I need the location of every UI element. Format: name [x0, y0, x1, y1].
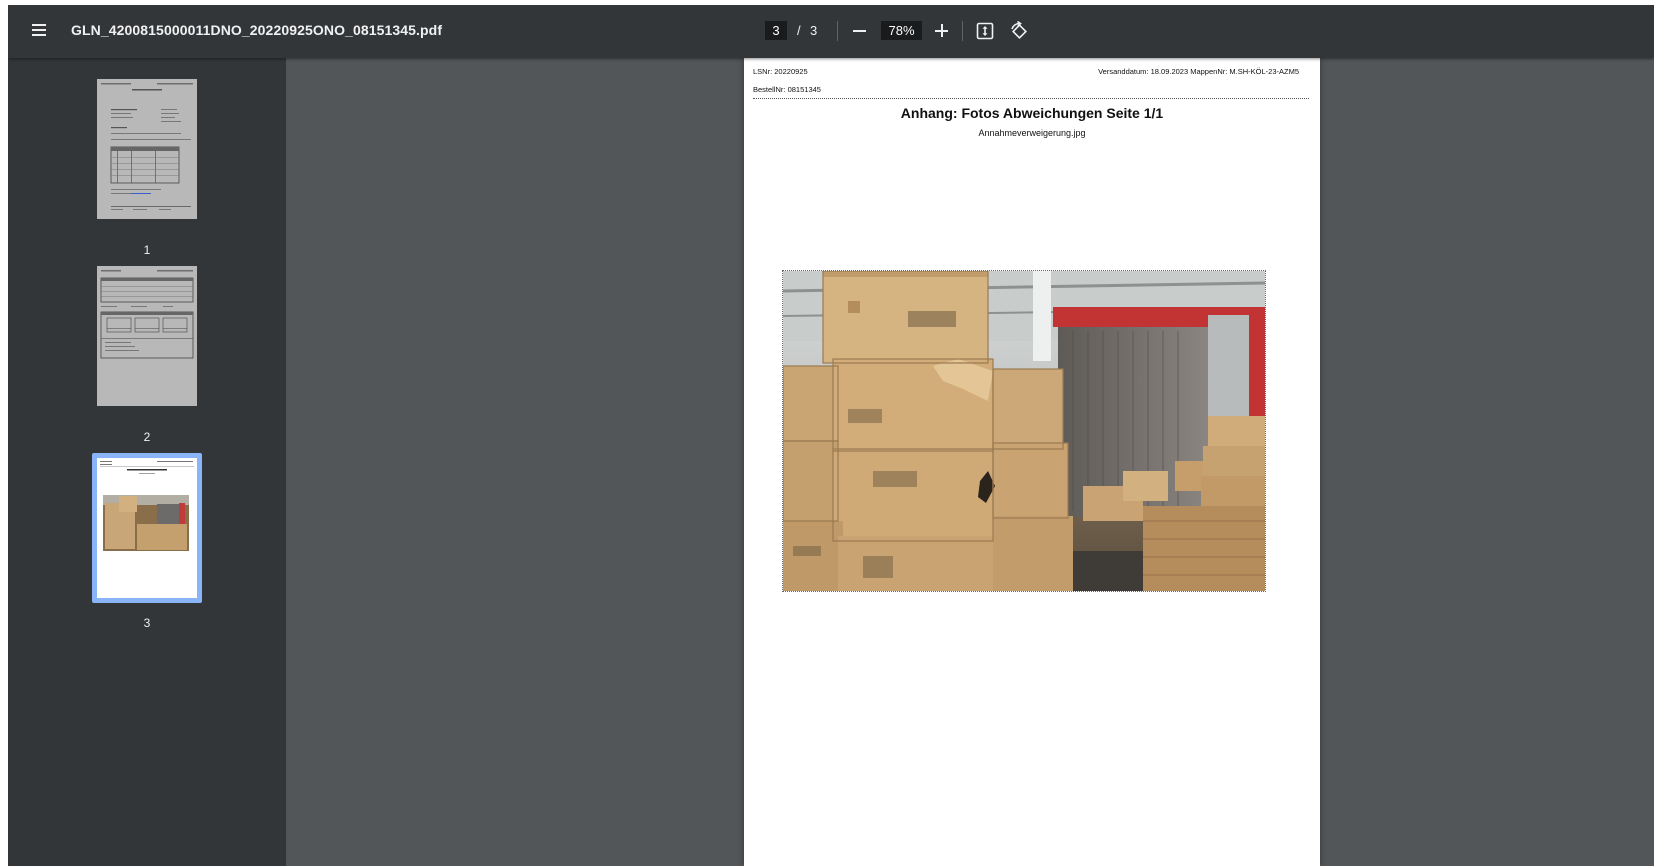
- page-total: 3: [810, 23, 818, 38]
- toolbar: GLN_4200815000011DNO_20220925ONO_0815134…: [8, 5, 1654, 58]
- minus-icon[interactable]: [851, 22, 869, 40]
- file-title: GLN_4200815000011DNO_20220925ONO_0815134…: [71, 22, 443, 38]
- menu-icon[interactable]: [30, 20, 50, 40]
- fit-to-page-icon[interactable]: [975, 21, 995, 41]
- thumbnail-sidebar: 1 2 3: [8, 58, 286, 866]
- header-divider: [753, 98, 1309, 99]
- thumbnail-label: 1: [143, 243, 151, 257]
- warehouse-photo: [782, 270, 1266, 592]
- document-viewer[interactable]: LSNr: 20220925 BestellNr: 08151345 Versa…: [286, 58, 1654, 866]
- page-number-input[interactable]: [765, 21, 787, 40]
- thumbnail-image: [97, 79, 197, 219]
- thumbnail-image: [97, 458, 197, 598]
- image-filename: Annahmeverweigerung.jpg: [978, 128, 1086, 138]
- lsnr-text: LSNr: 20220925: [753, 67, 808, 76]
- thumbnail-page-1[interactable]: 1: [97, 79, 197, 257]
- toolbar-divider: [837, 21, 838, 41]
- bestellnr-text: BestellNr: 08151345: [753, 85, 821, 94]
- plus-icon[interactable]: [933, 22, 951, 40]
- thumbnail-page-3[interactable]: 3: [92, 453, 202, 630]
- rotate-icon[interactable]: [1008, 20, 1030, 42]
- page-separator: /: [797, 23, 801, 38]
- thumbnail-page-2[interactable]: 2: [97, 266, 197, 444]
- zoom-input[interactable]: [881, 21, 922, 40]
- toolbar-divider: [962, 21, 963, 41]
- thumbnail-label: 2: [143, 430, 151, 444]
- document-title: Anhang: Fotos Abweichungen Seite 1/1: [900, 105, 1164, 121]
- pdf-viewer-window: GLN_4200815000011DNO_20220925ONO_0815134…: [8, 5, 1654, 866]
- header-right-text: Versanddatum: 18.09.2023 MappenNr: M.SH-…: [1098, 67, 1299, 76]
- thumbnail-image: [97, 266, 197, 406]
- pdf-page-3: LSNr: 20220925 BestellNr: 08151345 Versa…: [744, 58, 1320, 866]
- thumbnail-label: 3: [143, 616, 151, 630]
